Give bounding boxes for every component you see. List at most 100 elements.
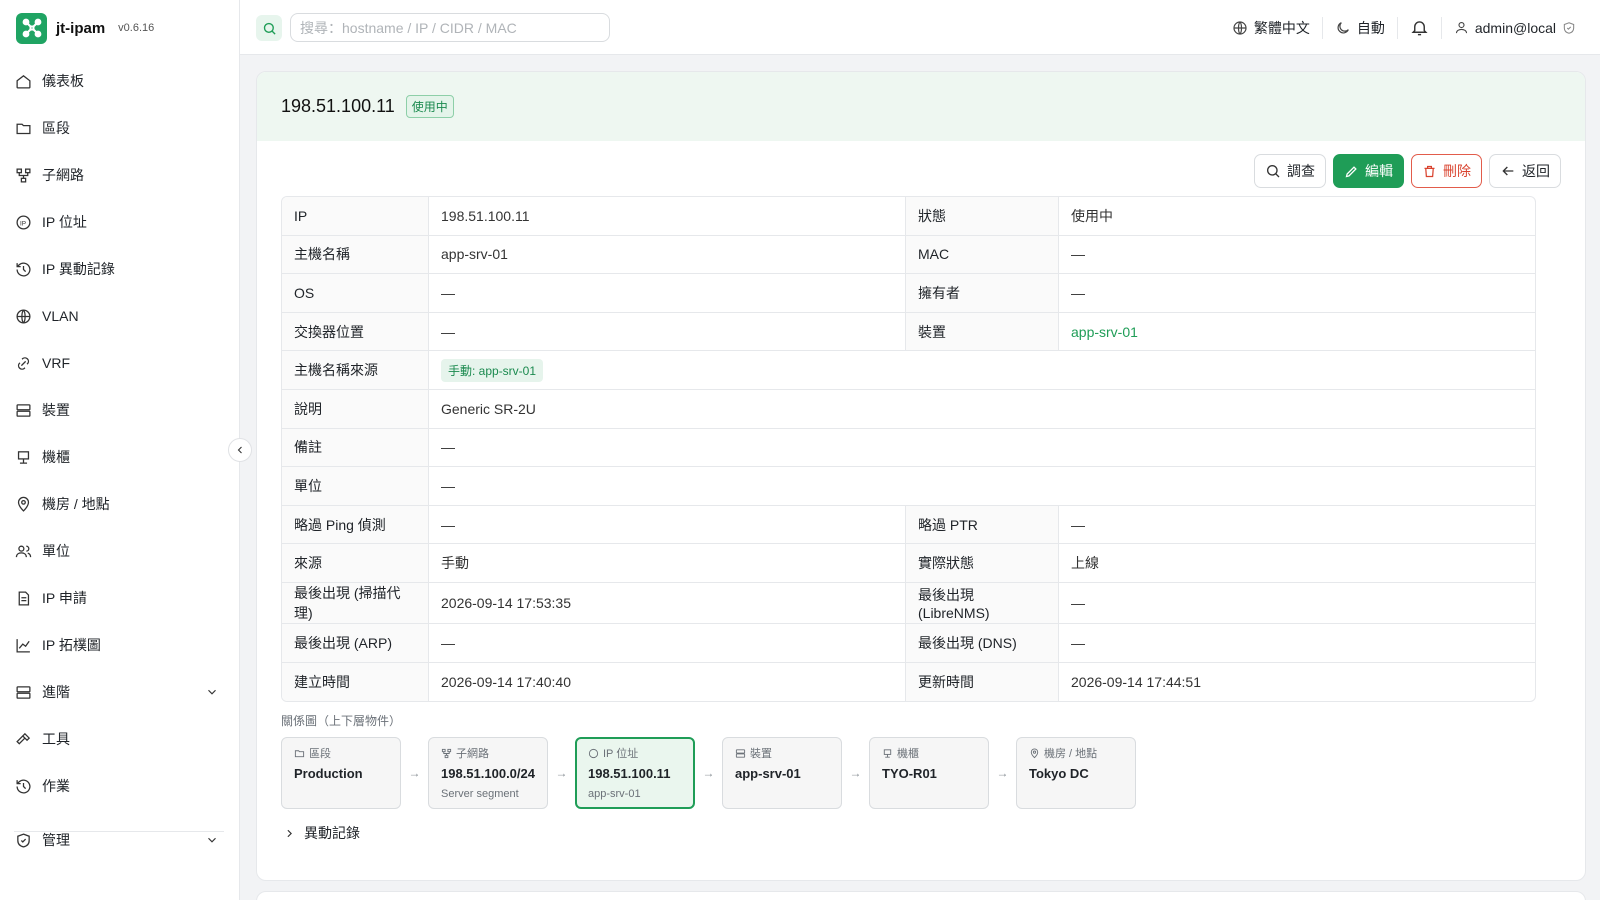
search-button[interactable] [256,15,282,41]
sidebar-item-label: IP 拓樸圖 [42,637,101,653]
field-label: 最後出現 (ARP) [282,623,429,663]
delete-button[interactable]: 刪除 [1411,154,1482,188]
sidebar-item-locations[interactable]: 機房 / 地點 [0,484,239,524]
sidebar-item-ip-addresses[interactable]: IP IP 位址 [0,202,239,242]
field-label: 擁有者 [906,274,1059,313]
relation-node-name: app-srv-01 [735,766,801,781]
chevron-right-icon [283,827,296,840]
next-card [256,891,1586,900]
sidebar-item-vrf[interactable]: VRF [0,343,239,383]
sidebar-item-ip-requests[interactable]: IP 申請 [0,578,239,618]
sidebar-item-units[interactable]: 單位 [0,531,239,571]
sidebar-item-label: 工具 [42,731,70,747]
nodes-icon [16,12,47,44]
moon-icon [1335,20,1351,36]
field-label: 略過 PTR [906,505,1059,545]
brand[interactable]: jt-ipam v0.6.16 [16,12,154,44]
user-name: admin@local [1474,19,1556,36]
language-switcher[interactable]: 繁體中文 [1232,18,1310,38]
theme-label: 自動 [1356,19,1385,36]
search-icon [262,21,277,36]
sidebar-item-label: 作業 [42,778,70,794]
divider [1396,16,1398,39]
relation-node-sub: Server segment [441,788,519,800]
field-label: 建立時間 [282,662,429,702]
table-row: 來源 手動 實際狀態 上線 [282,544,1535,583]
relation-node-device[interactable]: 裝置 app-srv-01 [722,737,842,809]
sidebar-item-ip-topology[interactable]: IP 拓樸圖 [0,625,239,665]
app-version: v0.6.16 [118,22,155,34]
field-value: — [1059,274,1535,313]
sidebar-item-label: VRF [42,355,70,371]
field-value: — [429,505,906,545]
sidebar-item-jobs[interactable]: 作業 [0,766,239,806]
relation-arrow: → [408,766,421,780]
table-row: 略過 Ping 偵測 — 略過 PTR — [282,505,1535,545]
link-icon [14,354,32,372]
sidebar-collapse-button[interactable] [228,438,252,462]
sidebar-item-devices[interactable]: 裝置 [0,390,239,430]
sidebar-item-label: VLAN [42,308,79,324]
sidebar-item-admin[interactable]: 管理 [0,820,239,860]
user-menu[interactable]: admin@local [1454,20,1576,36]
network-icon [441,748,452,759]
back-button[interactable]: 返回 [1489,154,1561,188]
relation-arrow: → [996,766,1009,780]
edit-button[interactable]: 編輯 [1333,154,1404,188]
field-value: app-srv-01 [1059,313,1535,352]
relations-title: 關係圖（上下層物件） [281,714,402,728]
relation-node-location[interactable]: 機房 / 地點 Tokyo DC [1016,737,1136,809]
detail-table: IP 198.51.100.11 狀態 使用中 主機名稱 app-srv-01 … [281,196,1536,703]
relation-node-ip[interactable]: IP 位址 198.51.100.11 app-srv-01 [575,737,695,809]
relation-node-section[interactable]: 區段 Production [281,737,401,809]
sidebar-item-subnets[interactable]: 子網路 [0,155,239,195]
map-pin-icon [1029,748,1040,759]
users-icon [14,542,32,560]
sidebar-divider [14,831,224,832]
relation-arrow: → [849,766,862,780]
sidebar-item-dashboard[interactable]: 儀表板 [0,61,239,101]
sidebar-item-sections[interactable]: 區段 [0,108,239,148]
sidebar-item-tools[interactable]: 工具 [0,719,239,759]
file-icon [14,589,32,607]
field-value: Generic SR-2U [429,390,1535,429]
history-label: 異動記錄 [304,825,360,841]
topbar-actions: 繁體中文 自動 admin@local [1232,0,1576,55]
notifications-button[interactable] [1410,18,1429,37]
field-label: 更新時間 [906,662,1059,702]
sidebar-item-label: 單位 [42,543,70,559]
ip-detail-card: 198.51.100.11 使用中 調查 編輯 刪除 返回 IP 198.51.… [256,71,1586,881]
arrow-left-icon [1500,163,1516,179]
relation-node-subnet[interactable]: 子網路 198.51.100.0/24 Server segment [428,737,548,809]
sidebar-item-label: 區段 [42,120,70,136]
sidebar-item-ip-history[interactable]: IP 異動記錄 [0,249,239,289]
table-row: IP 198.51.100.11 狀態 使用中 [282,197,1535,236]
rack-icon [882,748,893,759]
relation-node-type: IP 位址 [603,748,639,760]
device-link[interactable]: app-srv-01 [1071,324,1138,340]
map-pin-icon [14,495,32,513]
ip-icon [588,748,599,759]
back-label: 返回 [1522,163,1550,179]
sidebar-item-label: 儀表板 [42,73,84,89]
chevron-down-icon [205,685,219,702]
field-label: 說明 [282,389,429,429]
table-row: 備註 — [282,428,1535,468]
language-label: 繁體中文 [1253,19,1310,36]
field-value: 手動: app-srv-01 [429,351,1535,390]
relation-node-rack[interactable]: 機櫃 TYO-R01 [869,737,989,809]
history-toggle[interactable]: 異動記錄 [283,823,360,843]
sidebar-item-label: 管理 [42,832,70,848]
field-value: 手動 [429,544,906,583]
theme-switcher[interactable]: 自動 [1335,18,1385,38]
field-value: 使用中 [1059,197,1535,236]
search-input[interactable] [290,13,610,42]
sidebar-item-advanced[interactable]: 進階 [0,672,239,712]
sidebar-item-racks[interactable]: 機櫃 [0,437,239,477]
pencil-icon [1344,164,1359,179]
sidebar-item-vlan[interactable]: VLAN [0,296,239,336]
shield-icon [14,831,32,849]
relation-node-sub: app-srv-01 [588,788,641,800]
investigate-button[interactable]: 調查 [1254,154,1326,188]
table-row: 單位 — [282,467,1535,506]
